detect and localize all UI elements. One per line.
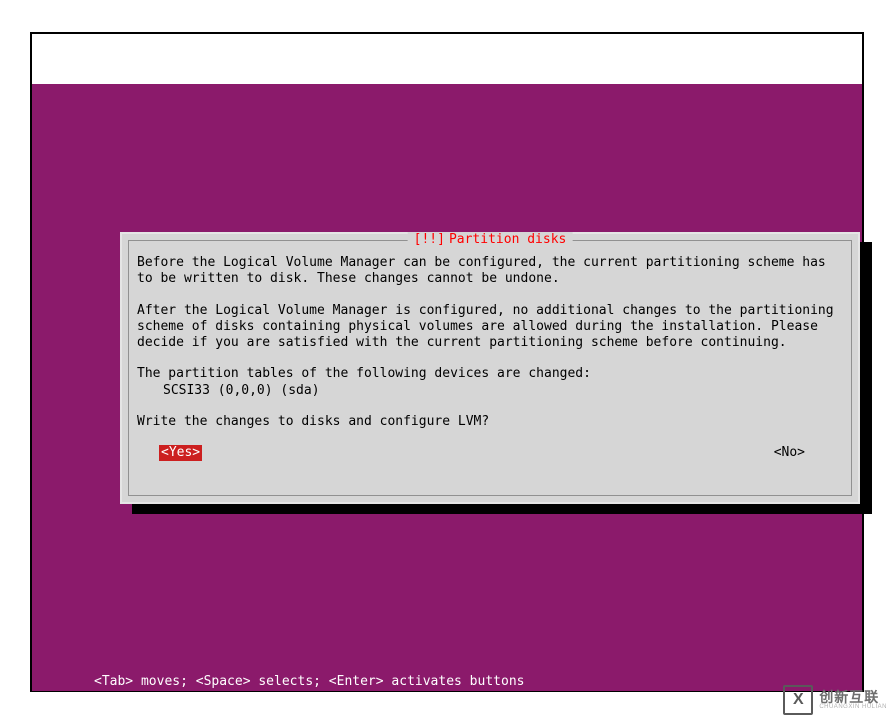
dialog-title: [!!] Partition disks — [408, 232, 573, 247]
installer-window: [!!] Partition disks Before the Logical … — [30, 32, 864, 692]
yes-button[interactable]: <Yes> — [159, 445, 202, 461]
no-button[interactable]: <No> — [774, 445, 805, 461]
watermark: X 创新互联 CHUANGXIN HULIAN — [783, 685, 887, 715]
dialog-title-text: Partition disks — [449, 232, 566, 247]
watermark-logo-icon: X — [783, 685, 813, 715]
dialog-border: [!!] Partition disks Before the Logical … — [128, 240, 852, 496]
terminal-background: [!!] Partition disks Before the Logical … — [32, 84, 862, 691]
watermark-main-text: 创新互联 — [819, 690, 887, 705]
devices-heading: The partition tables of the following de… — [137, 366, 843, 399]
confirmation-question: Write the changes to disks and configure… — [137, 414, 843, 430]
title-priority-icon: [!!] — [414, 232, 445, 247]
device-entry: SCSI33 (0,0,0) (sda) — [163, 383, 320, 398]
button-row: <Yes> <No> — [137, 445, 843, 461]
watermark-text: 创新互联 CHUANGXIN HULIAN — [819, 690, 887, 711]
footer-help-text: <Tab> moves; <Space> selects; <Enter> ac… — [94, 674, 524, 689]
warning-paragraph-2: After the Logical Volume Manager is conf… — [137, 303, 843, 352]
warning-paragraph-1: Before the Logical Volume Manager can be… — [137, 255, 843, 288]
watermark-sub-text: CHUANGXIN HULIAN — [819, 704, 887, 710]
devices-heading-text: The partition tables of the following de… — [137, 366, 591, 381]
partition-dialog: [!!] Partition disks Before the Logical … — [120, 232, 860, 504]
dialog-content: Before the Logical Volume Manager can be… — [129, 241, 851, 469]
